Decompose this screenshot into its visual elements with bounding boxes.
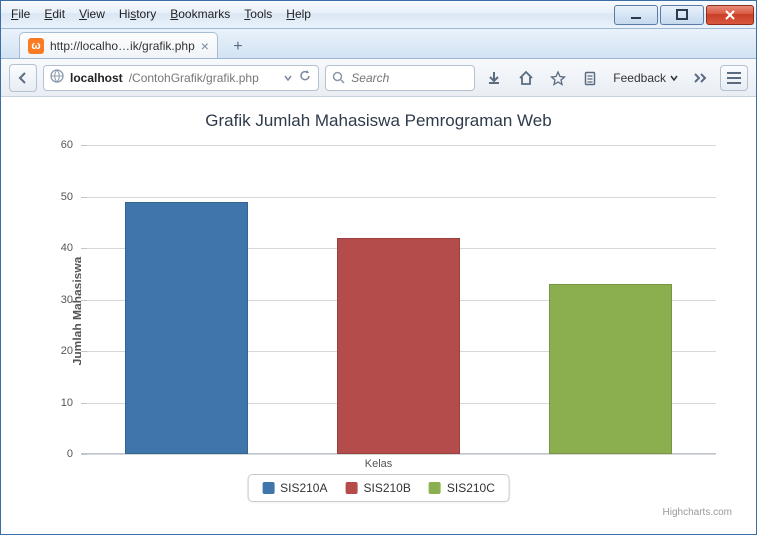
downloads-button[interactable] bbox=[481, 65, 507, 91]
bookmarks-menu-button[interactable] bbox=[577, 65, 603, 91]
search-bar[interactable] bbox=[325, 65, 475, 91]
home-button[interactable] bbox=[513, 65, 539, 91]
tab-title: http://localho…ik/grafik.php bbox=[50, 39, 195, 53]
page-content: Grafik Jumlah Mahasiswa Pemrograman Web … bbox=[1, 97, 756, 534]
chevron-down-icon bbox=[670, 74, 678, 82]
xampp-favicon-icon: ω bbox=[28, 38, 44, 54]
reload-icon bbox=[298, 69, 312, 83]
history-dropdown-button[interactable] bbox=[284, 71, 292, 85]
search-input[interactable] bbox=[351, 71, 451, 85]
star-icon bbox=[550, 70, 566, 86]
menu-button[interactable] bbox=[720, 65, 748, 91]
menu-view[interactable]: View bbox=[73, 5, 111, 23]
legend-label: SIS210B bbox=[363, 481, 410, 495]
overflow-button[interactable] bbox=[688, 65, 714, 91]
window-maximize-button[interactable] bbox=[660, 5, 704, 25]
legend-label: SIS210C bbox=[447, 481, 495, 495]
chart-bar[interactable] bbox=[125, 202, 248, 454]
navigation-toolbar: localhost/ContohGrafik/grafik.php Feedba… bbox=[1, 59, 756, 97]
url-host: localhost bbox=[70, 71, 123, 85]
minimize-icon bbox=[630, 9, 642, 21]
chart-credits: Highcharts.com bbox=[663, 507, 732, 518]
chart-y-tick: 0 bbox=[67, 448, 81, 460]
menu-help[interactable]: Help bbox=[280, 5, 317, 23]
chart-bar[interactable] bbox=[337, 238, 460, 454]
chart-y-tick: 10 bbox=[61, 397, 81, 409]
tab-strip: ω http://localho…ik/grafik.php × + bbox=[1, 29, 756, 59]
chart-y-tick: 50 bbox=[61, 191, 81, 203]
search-icon bbox=[332, 71, 345, 84]
chart-legend: SIS210A SIS210B SIS210C bbox=[247, 474, 510, 502]
menu-file[interactable]: File bbox=[5, 5, 36, 23]
browser-tab[interactable]: ω http://localho…ik/grafik.php × bbox=[19, 32, 218, 58]
chevron-double-right-icon bbox=[693, 73, 709, 83]
chart-legend-item[interactable]: SIS210B bbox=[345, 481, 410, 495]
chart-x-axis-label: Kelas bbox=[365, 458, 393, 470]
chart-title: Grafik Jumlah Mahasiswa Pemrograman Web bbox=[11, 97, 746, 131]
chart-legend-item[interactable]: SIS210C bbox=[429, 481, 495, 495]
legend-swatch-icon bbox=[345, 482, 357, 494]
chart-legend-item[interactable]: SIS210A bbox=[262, 481, 327, 495]
feedback-label: Feedback bbox=[613, 71, 666, 85]
reload-button[interactable] bbox=[298, 69, 312, 86]
window-close-button[interactable] bbox=[706, 5, 754, 25]
menu-tools[interactable]: Tools bbox=[238, 5, 278, 23]
menu-edit[interactable]: Edit bbox=[38, 5, 71, 23]
chevron-down-icon bbox=[284, 74, 292, 82]
window-minimize-button[interactable] bbox=[614, 5, 658, 25]
chart-bar[interactable] bbox=[549, 284, 672, 454]
back-arrow-icon bbox=[15, 70, 31, 86]
site-identity-icon[interactable] bbox=[50, 69, 64, 86]
chart-y-tick: 30 bbox=[61, 294, 81, 306]
legend-swatch-icon bbox=[429, 482, 441, 494]
address-bar[interactable]: localhost/ContohGrafik/grafik.php bbox=[43, 65, 319, 91]
home-icon bbox=[518, 70, 534, 86]
chart-gridline bbox=[81, 454, 716, 455]
chart-gridline bbox=[81, 145, 716, 146]
chart-y-tick: 40 bbox=[61, 242, 81, 254]
back-button[interactable] bbox=[9, 64, 37, 92]
feedback-button[interactable]: Feedback bbox=[609, 71, 682, 85]
new-tab-button[interactable]: + bbox=[226, 36, 250, 58]
legend-label: SIS210A bbox=[280, 481, 327, 495]
maximize-icon bbox=[676, 9, 688, 21]
download-icon bbox=[486, 70, 502, 86]
bookmark-button[interactable] bbox=[545, 65, 571, 91]
tab-close-button[interactable]: × bbox=[201, 39, 209, 53]
menu-history[interactable]: History bbox=[113, 5, 162, 23]
chart-y-tick: 60 bbox=[61, 139, 81, 151]
menu-bar: File Edit View History Bookmarks Tools H… bbox=[5, 5, 317, 23]
chart-container: Grafik Jumlah Mahasiswa Pemrograman Web … bbox=[11, 97, 746, 524]
chart-gridline bbox=[81, 197, 716, 198]
clipboard-icon bbox=[582, 70, 598, 86]
window-titlebar: File Edit View History Bookmarks Tools H… bbox=[1, 1, 756, 29]
hamburger-icon bbox=[727, 72, 741, 74]
menu-bookmarks[interactable]: Bookmarks bbox=[164, 5, 236, 23]
legend-swatch-icon bbox=[262, 482, 274, 494]
url-path: /ContohGrafik/grafik.php bbox=[129, 71, 259, 85]
chart-plot-area: 0102030405060 bbox=[81, 145, 716, 454]
close-icon bbox=[724, 9, 736, 21]
chart-y-tick: 20 bbox=[61, 345, 81, 357]
